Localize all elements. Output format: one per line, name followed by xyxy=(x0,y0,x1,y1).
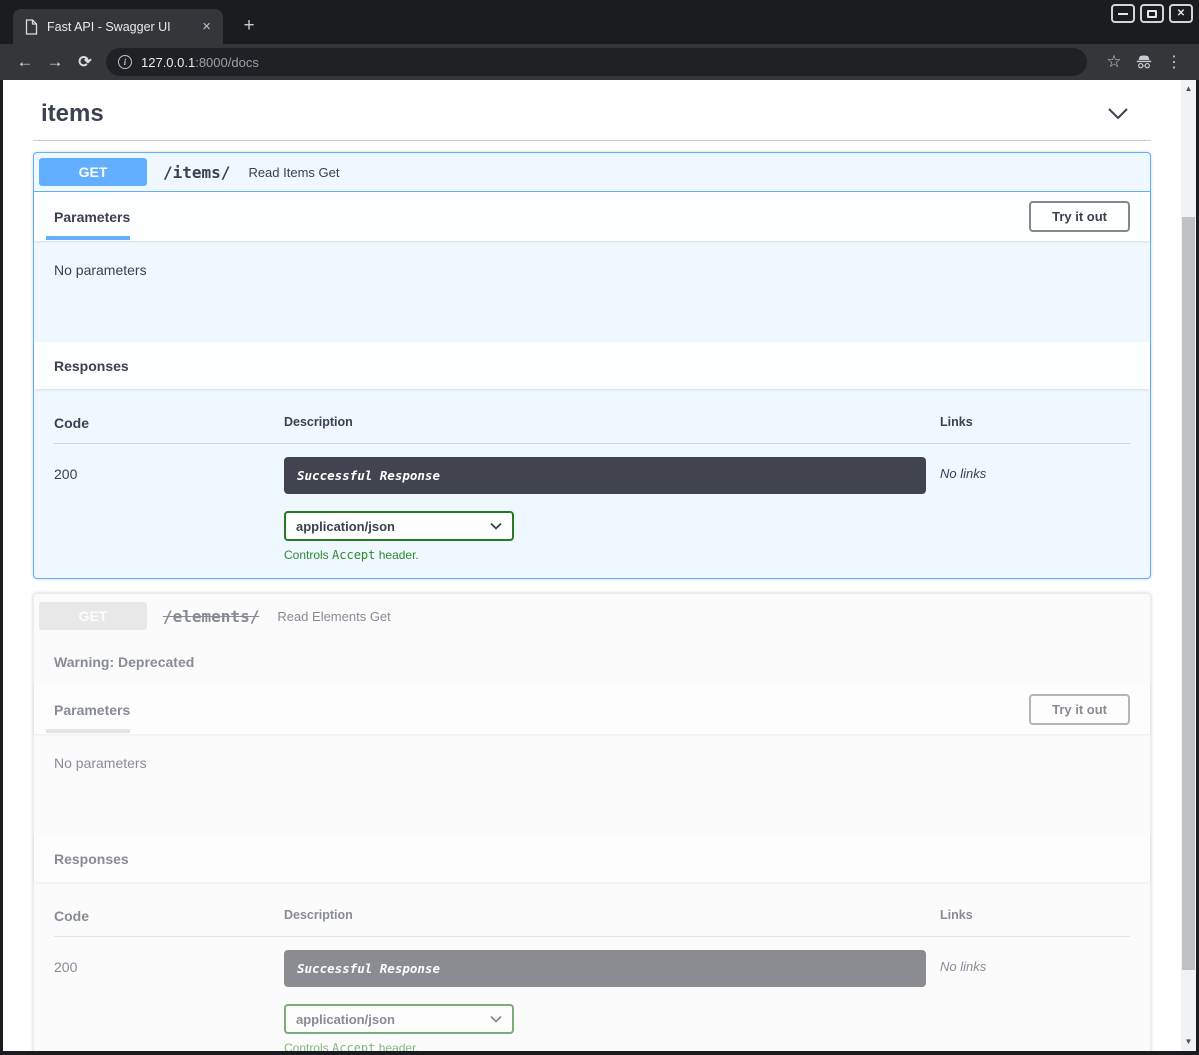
responses-body: Code Description Links 200 Successful Re… xyxy=(34,882,1150,1051)
active-tab-underline xyxy=(46,236,130,240)
bookmark-star-icon[interactable]: ☆ xyxy=(1099,48,1129,76)
new-tab-button[interactable]: + xyxy=(236,13,262,39)
reload-icon[interactable]: ⟳ xyxy=(70,48,100,76)
responses-title: Responses xyxy=(54,358,129,374)
chevron-down-icon xyxy=(1107,107,1129,121)
try-it-out-button[interactable]: Try it out xyxy=(1029,694,1130,725)
column-header-code: Code xyxy=(54,415,284,431)
media-type-select[interactable]: application/json xyxy=(284,511,514,541)
window-maximize-button[interactable] xyxy=(1140,4,1164,23)
address-bar[interactable]: i 127.0.0.1:8000/docs xyxy=(106,48,1087,76)
response-row-200: 200 Successful Response application/json… xyxy=(54,937,1130,1051)
media-type-row: application/json Controls Accept header. xyxy=(284,1004,940,1051)
parameters-header: Parameters Try it out xyxy=(34,192,1150,241)
swagger-content: items GET /items/ Read Items Get Paramet… xyxy=(3,80,1181,1051)
media-type-select[interactable]: application/json xyxy=(284,1004,514,1034)
scroll-down-icon[interactable]: ▼ xyxy=(1181,1035,1196,1049)
column-header-description: Description xyxy=(284,908,940,924)
response-row-200: 200 Successful Response application/json… xyxy=(54,444,1130,562)
minimize-icon xyxy=(1118,13,1128,15)
links-value: No links xyxy=(940,950,1130,1051)
column-header-links: Links xyxy=(940,415,1130,431)
browser-menu-icon[interactable]: ⋮ xyxy=(1159,48,1189,76)
opblock-summary[interactable]: GET /elements/ Read Elements Get xyxy=(34,594,1150,636)
parameters-body: No parameters xyxy=(34,734,1150,835)
tab-title: Fast API - Swagger UI xyxy=(47,20,200,34)
accept-note-suffix: header. xyxy=(375,1041,418,1051)
responses-header: Responses xyxy=(34,835,1150,882)
select-chevron-icon xyxy=(490,1015,502,1023)
tab-parameters[interactable]: Parameters xyxy=(54,209,130,225)
scroll-up-icon[interactable]: ▲ xyxy=(1181,82,1196,96)
browser-titlebar: Fast API - Swagger UI × + ✕ xyxy=(0,0,1199,44)
response-description-cell: Successful Response application/json Con… xyxy=(284,457,940,562)
browser-toolbar: ← → ⟳ i 127.0.0.1:8000/docs ☆ ⋮ xyxy=(0,44,1199,80)
no-parameters-text: No parameters xyxy=(54,755,147,771)
responses-title: Responses xyxy=(54,851,129,867)
parameters-header: Parameters Try it out xyxy=(34,685,1150,734)
accept-note-prefix: Controls xyxy=(284,548,332,562)
active-tab-underline xyxy=(46,729,130,733)
tab-close-icon[interactable]: × xyxy=(200,18,213,35)
opblock-summary[interactable]: GET /items/ Read Items Get xyxy=(34,153,1150,192)
response-description-cell: Successful Response application/json Con… xyxy=(284,950,940,1051)
window-minimize-button[interactable] xyxy=(1111,4,1135,23)
media-type-value: application/json xyxy=(296,1012,395,1027)
opblock-get-items: GET /items/ Read Items Get Parameters Tr… xyxy=(33,152,1151,579)
response-description: Successful Response xyxy=(284,950,926,987)
opblock-get-elements-deprecated: GET /elements/ Read Elements Get Warning… xyxy=(33,593,1151,1051)
responses-table-header: Code Description Links xyxy=(54,898,1130,937)
browser-tab[interactable]: Fast API - Swagger UI × xyxy=(13,9,223,44)
responses-table-header: Code Description Links xyxy=(54,405,1130,444)
accept-note-code: Accept xyxy=(332,1041,375,1051)
deprecated-warning: Warning: Deprecated xyxy=(34,636,1150,685)
back-icon[interactable]: ← xyxy=(10,48,40,76)
endpoint-path: /items/ xyxy=(163,163,230,182)
url-path: :8000/docs xyxy=(195,55,259,70)
response-description: Successful Response xyxy=(284,457,926,494)
column-header-links: Links xyxy=(940,908,1130,924)
status-code: 200 xyxy=(54,457,284,562)
responses-header: Responses xyxy=(34,342,1150,389)
no-parameters-text: No parameters xyxy=(54,262,147,278)
endpoint-summary: Read Items Get xyxy=(248,165,339,180)
accept-header-note: Controls Accept header. xyxy=(284,1041,940,1051)
accept-note-suffix: header. xyxy=(375,548,418,562)
url-text: 127.0.0.1:8000/docs xyxy=(141,55,259,70)
site-info-icon[interactable]: i xyxy=(118,55,132,69)
accept-note-prefix: Controls xyxy=(284,1041,332,1051)
document-icon xyxy=(25,19,38,35)
tab-parameters[interactable]: Parameters xyxy=(54,702,130,718)
accept-note-code: Accept xyxy=(332,548,375,562)
status-code: 200 xyxy=(54,950,284,1051)
media-type-value: application/json xyxy=(296,519,395,534)
page-viewport: items GET /items/ Read Items Get Paramet… xyxy=(3,80,1196,1051)
url-host: 127.0.0.1 xyxy=(141,55,195,70)
window-controls: ✕ xyxy=(1111,4,1193,23)
links-value: No links xyxy=(940,457,1130,562)
endpoint-path: /elements/ xyxy=(163,607,259,626)
responses-body: Code Description Links 200 Successful Re… xyxy=(34,389,1150,578)
endpoint-summary: Read Elements Get xyxy=(277,609,390,624)
media-type-row: application/json Controls Accept header. xyxy=(284,511,940,562)
select-chevron-icon xyxy=(490,522,502,530)
scrollbar-thumb[interactable] xyxy=(1182,217,1195,970)
method-badge-get: GET xyxy=(39,602,147,630)
accept-header-note: Controls Accept header. xyxy=(284,548,940,562)
column-header-description: Description xyxy=(284,415,940,431)
window-close-button[interactable]: ✕ xyxy=(1169,4,1193,23)
forward-icon[interactable]: → xyxy=(40,48,70,76)
maximize-icon xyxy=(1147,10,1157,18)
vertical-scrollbar[interactable]: ▲ ▼ xyxy=(1181,80,1196,1051)
method-badge-get: GET xyxy=(39,158,147,186)
try-it-out-button[interactable]: Try it out xyxy=(1029,201,1130,232)
column-header-code: Code xyxy=(54,908,284,924)
tag-title: items xyxy=(41,100,104,128)
parameters-body: No parameters xyxy=(34,241,1150,342)
incognito-icon[interactable] xyxy=(1129,48,1159,76)
tag-header-items[interactable]: items xyxy=(33,88,1151,141)
